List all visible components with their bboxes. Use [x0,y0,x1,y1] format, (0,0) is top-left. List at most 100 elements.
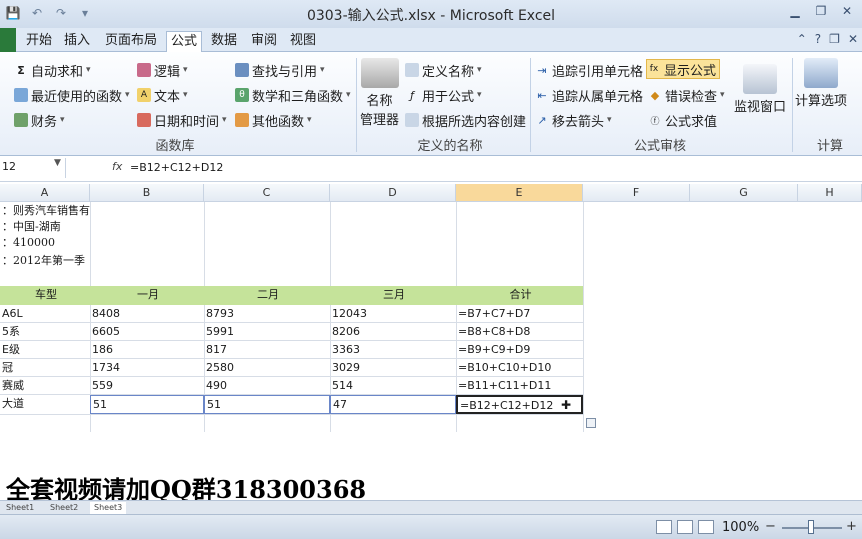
restore-icon[interactable]: ❐ [810,2,832,20]
zoom-in-icon[interactable]: + [846,519,857,534]
info-cell-period[interactable]: ：2012年第一季 [0,252,90,271]
close-icon[interactable]: ✕ [836,2,858,20]
cell-total-formula[interactable]: =B7+C7+D7 [456,305,583,324]
trace-dependents-button[interactable]: ⇤ 追踪从属单元格 [535,85,643,105]
cell-model[interactable]: A6L [0,305,90,324]
column-header-b[interactable]: B [90,184,204,202]
name-manager-button[interactable]: 名称 管理器 [360,58,399,128]
zoom-slider-thumb[interactable] [808,520,814,534]
header-cell-feb[interactable]: 二月 [204,286,330,305]
cell-jan[interactable]: 8408 [90,305,204,324]
cell-feb[interactable]: 5991 [204,323,330,342]
create-from-selection-button[interactable]: 根据所选内容创建 [405,110,526,130]
datetime-button[interactable]: 日期和时间 ▾ [137,110,227,130]
cell-feb[interactable]: 8793 [204,305,330,324]
column-header-d[interactable]: D [330,184,456,202]
insert-function-icon[interactable]: fx [112,160,122,173]
math-trig-button[interactable]: θ 数学和三角函数 ▾ [235,85,351,105]
cell-feb[interactable]: 817 [204,341,330,360]
cell-total-formula[interactable]: =B10+C10+D10 [456,359,583,378]
column-header-g[interactable]: G [690,184,798,202]
page-layout-view-icon[interactable] [677,520,693,534]
sheet-tab-3[interactable]: Sheet3 [90,502,127,514]
minimize-icon[interactable]: ▁ [784,2,806,20]
help-icon[interactable]: ? [815,32,821,46]
header-cell-total[interactable]: 合计 [456,286,583,305]
cell-model[interactable]: 冠 [0,359,90,378]
show-formulas-button[interactable]: fx 显示公式 [646,59,721,79]
cell-model[interactable]: 赛威 [0,377,90,396]
cell-total-formula[interactable]: =B9+C9+D9 [456,341,583,360]
cell-mar[interactable]: 3363 [330,341,456,360]
autosum-button[interactable]: Σ 自动求和 ▾ [14,60,90,80]
worksheet-grid[interactable]: A B C D E F G H ：则秀汽车销售有 ：中国-湖南 ：410000 … [0,184,862,497]
tab-home[interactable]: 开始 [22,31,56,52]
cell-model[interactable]: E级 [0,341,90,360]
use-in-formula-button[interactable]: ƒ 用于公式 ▾ [405,85,481,105]
cell-feb[interactable]: 2580 [204,359,330,378]
column-header-c[interactable]: C [204,184,330,202]
header-cell-mar[interactable]: 三月 [330,286,456,305]
autofill-options-icon[interactable] [586,418,596,428]
cell-jan[interactable]: 559 [90,377,204,396]
group-label-library: 函数库 [155,139,195,154]
watch-window-button[interactable]: 监视窗口 [734,64,786,115]
sheet-tab-1[interactable]: Sheet1 [2,502,38,514]
cell-feb[interactable]: 490 [204,377,330,396]
cell-mar[interactable]: 3029 [330,359,456,378]
error-checking-button[interactable]: ◆ 错误检查 ▾ [648,85,725,105]
cell-total-formula[interactable]: =B8+C8+D8 [456,323,583,342]
restore-workbook-icon[interactable]: ❐ [829,32,840,46]
header-cell-model[interactable]: 车型 [0,286,90,305]
header-cell-jan[interactable]: 一月 [90,286,204,305]
status-bar: 100% − + [0,514,862,539]
tab-insert[interactable]: 插入 [60,31,94,52]
tab-view[interactable]: 视图 [286,31,320,52]
name-box-dropdown-icon[interactable]: ▼ [54,158,61,168]
evaluate-formula-button[interactable]: ⓕ 公式求值 [648,110,717,130]
close-workbook-icon[interactable]: ✕ [848,32,858,46]
cell-jan[interactable]: 6605 [90,323,204,342]
info-cell-zip[interactable]: ：410000 [0,234,90,253]
cell-model[interactable]: 大道 [0,395,90,414]
column-header-h[interactable]: H [798,184,862,202]
zoom-out-icon[interactable]: − [765,519,776,534]
remove-arrows-button[interactable]: ↗ 移去箭头 ▾ [535,110,611,130]
cell-mar[interactable]: 47 [330,395,456,414]
cell-mar[interactable]: 12043 [330,305,456,324]
formula-input[interactable]: =B12+C12+D12 [130,161,223,174]
ribbon-tabs: 开始 插入 页面布局 公式 数据 审阅 视图 ⌃ ? ❐ ✕ [0,28,862,52]
tab-formulas[interactable]: 公式 [166,31,203,52]
zoom-level[interactable]: 100% [722,520,759,535]
calculation-options-button[interactable]: 计算选项 [795,58,847,109]
column-header-a[interactable]: A [0,184,90,202]
financial-button[interactable]: 财务 ▾ [14,110,65,130]
more-functions-button[interactable]: 其他函数 ▾ [235,110,312,130]
lookup-button[interactable]: 查找与引用 ▾ [235,60,325,80]
column-header-f[interactable]: F [583,184,690,202]
column-header-e[interactable]: E [456,184,583,202]
cell-model[interactable]: 5系 [0,323,90,342]
normal-view-icon[interactable] [656,520,672,534]
cell-total-formula[interactable]: =B11+C11+D11 [456,377,583,396]
define-name-button[interactable]: 定义名称 ▾ [405,60,482,80]
cell-jan[interactable]: 186 [90,341,204,360]
minimize-ribbon-icon[interactable]: ⌃ [797,32,807,46]
sheet-tab-2[interactable]: Sheet2 [46,502,82,514]
cell-mar[interactable]: 514 [330,377,456,396]
page-break-view-icon[interactable] [698,520,714,534]
cell-jan[interactable]: 51 [90,395,204,414]
tab-review[interactable]: 审阅 [247,31,281,52]
cell-jan[interactable]: 1734 [90,359,204,378]
cell-feb[interactable]: 51 [204,395,330,414]
show-formulas-icon: fx [649,64,659,74]
recent-functions-button[interactable]: 最近使用的函数 ▾ [14,85,130,105]
tab-data[interactable]: 数据 [207,31,241,52]
cell-mar[interactable]: 8206 [330,323,456,342]
text-button[interactable]: A 文本 ▾ [137,85,188,105]
trace-precedents-button[interactable]: ⇥ 追踪引用单元格 [535,60,643,80]
tab-page-layout[interactable]: 页面布局 [101,31,161,52]
logical-button[interactable]: 逻辑 ▾ [137,60,188,80]
file-tab[interactable] [0,28,16,52]
ribbon-formulas: Σ 自动求和 ▾ 最近使用的函数 ▾ 财务 ▾ 逻辑 ▾ A 文本 ▾ 日期和时间 ▾ 查找… [0,52,862,156]
